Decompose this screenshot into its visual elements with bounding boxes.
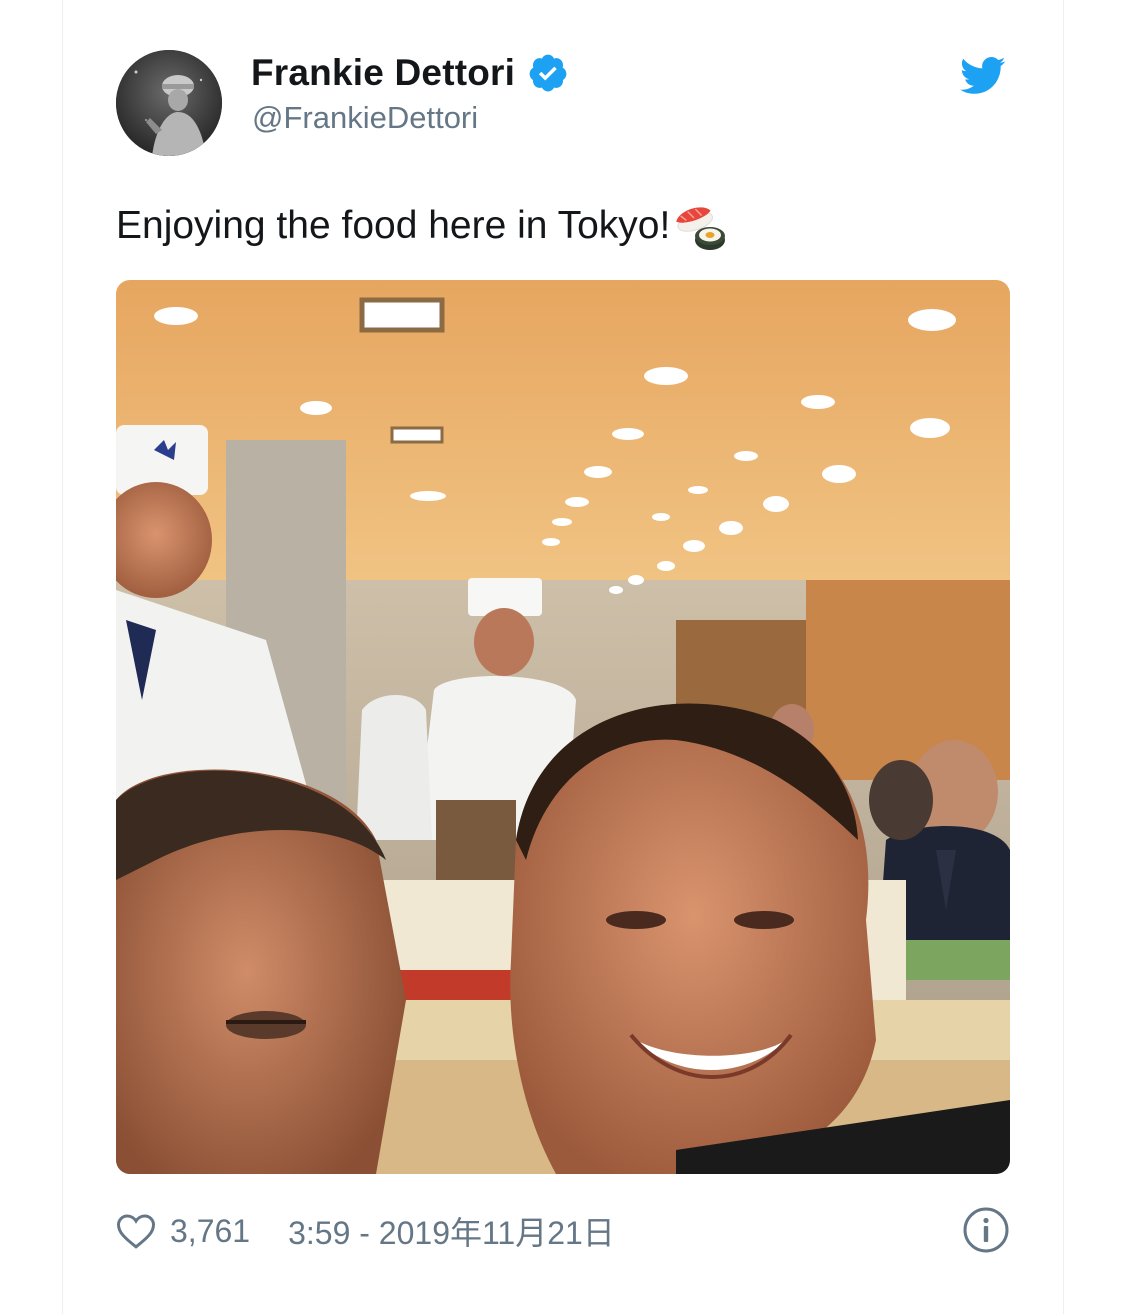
selfie-photo-icon [116,280,1010,1174]
author-name-row[interactable]: Frankie Dettori [251,52,569,94]
tweet-photo[interactable] [116,280,1010,1174]
tweet-footer: 3,761 3:59 - 2019年11月21日 [116,1206,1010,1256]
author-avatar[interactable] [116,50,222,156]
page: Frankie Dettori @FrankieDettori Enjoying… [0,0,1125,1314]
like-count[interactable]: 3,761 [170,1213,250,1250]
verified-badge-icon [529,54,567,92]
tweet-text: Enjoying the food here in Tokyo! [116,204,671,247]
author-display-name[interactable]: Frankie Dettori [251,52,515,94]
sushi-emoji-icon [676,207,726,250]
tweet-text-row: Enjoying the food here in Tokyo! [116,200,730,252]
twitter-bird-icon[interactable] [960,56,1006,96]
tweet-timestamp[interactable]: 3:59 - 2019年11月21日 [288,1208,615,1254]
heart-icon[interactable] [116,1212,156,1250]
info-icon[interactable] [962,1206,1010,1254]
author-handle[interactable]: @FrankieDettori [252,100,478,136]
jockey-avatar-icon [116,50,222,156]
